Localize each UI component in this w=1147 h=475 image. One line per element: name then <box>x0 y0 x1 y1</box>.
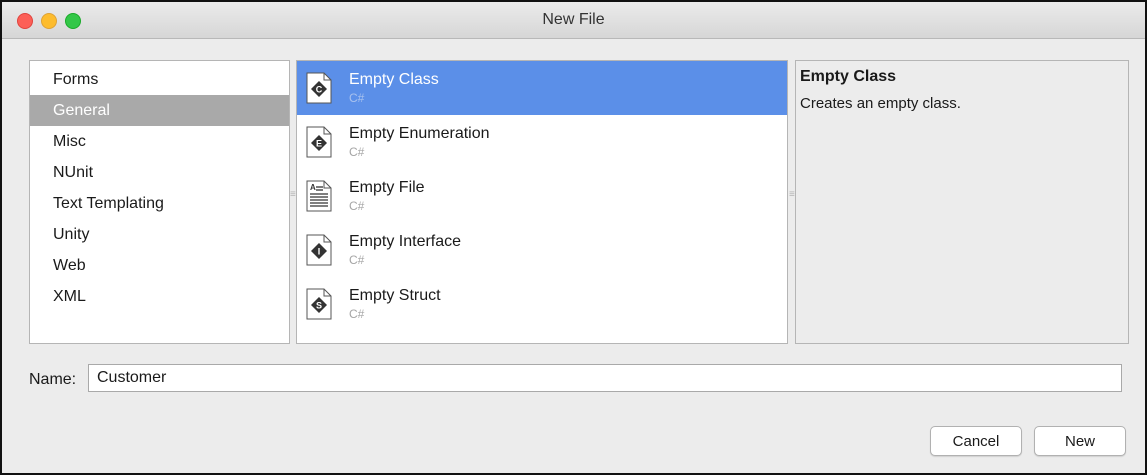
enum-icon: E <box>306 126 332 158</box>
svg-text:E: E <box>316 139 322 149</box>
category-item[interactable]: Text Templating <box>30 188 289 219</box>
template-name: Empty Class <box>349 71 439 88</box>
template-name: Empty File <box>349 179 425 196</box>
new-file-dialog: New File Forms General Misc NUnit Text T… <box>0 0 1147 475</box>
file-icon: A <box>306 180 332 212</box>
template-name: Empty Interface <box>349 233 462 250</box>
template-item[interactable]: C Empty Class C# <box>297 61 787 115</box>
template-language: C# <box>349 199 365 213</box>
template-item[interactable]: I Empty Interface C# <box>297 223 787 277</box>
name-label: Name: <box>29 371 77 388</box>
description-panel: Empty Class Creates an empty class. <box>795 60 1129 344</box>
template-item[interactable]: E Empty Enumeration C# <box>297 115 787 169</box>
template-language: C# <box>349 91 365 105</box>
template-item[interactable]: A Empty File C# <box>297 169 787 223</box>
category-item[interactable]: Forms <box>30 64 289 95</box>
svg-text:I: I <box>318 247 321 257</box>
splitter-handle[interactable]: ≡ <box>789 190 795 210</box>
category-item[interactable]: XML <box>30 281 289 312</box>
new-button[interactable]: New <box>1034 426 1126 456</box>
category-label: Forms <box>53 71 99 88</box>
category-label: General <box>53 102 110 119</box>
description-title: Empty Class <box>800 68 897 85</box>
category-item[interactable]: Unity <box>30 219 289 250</box>
svg-text:C: C <box>316 85 323 95</box>
cancel-button[interactable]: Cancel <box>930 426 1022 456</box>
window-title: New File <box>542 11 605 28</box>
template-language: C# <box>349 307 365 321</box>
splitter-handle[interactable]: ≡ <box>290 190 296 210</box>
description-text: Creates an empty class. <box>800 95 961 112</box>
category-item[interactable]: Misc <box>30 126 289 157</box>
template-item[interactable]: S Empty Struct C# <box>297 277 787 331</box>
category-label: Web <box>53 257 86 274</box>
name-input[interactable] <box>88 364 1122 392</box>
struct-icon: S <box>306 288 332 320</box>
template-list: C Empty Class C# E Empty Enumeration C# … <box>296 60 788 344</box>
svg-text:A: A <box>310 183 316 192</box>
template-language: C# <box>349 145 365 159</box>
category-label: Misc <box>53 133 86 150</box>
template-name: Empty Struct <box>349 287 441 304</box>
svg-text:S: S <box>316 301 322 311</box>
category-list: Forms General Misc NUnit Text Templating… <box>29 60 290 344</box>
category-item[interactable]: NUnit <box>30 157 289 188</box>
interface-icon: I <box>306 234 332 266</box>
title-bar[interactable]: New File <box>2 2 1145 39</box>
class-icon: C <box>306 72 332 104</box>
category-label: Text Templating <box>53 195 164 212</box>
category-label: XML <box>53 288 86 305</box>
template-language: C# <box>349 253 365 267</box>
category-item[interactable]: Web <box>30 250 289 281</box>
category-label: NUnit <box>53 164 94 181</box>
category-label: Unity <box>53 226 90 243</box>
category-item[interactable]: General <box>30 95 289 126</box>
template-name: Empty Enumeration <box>349 125 490 142</box>
